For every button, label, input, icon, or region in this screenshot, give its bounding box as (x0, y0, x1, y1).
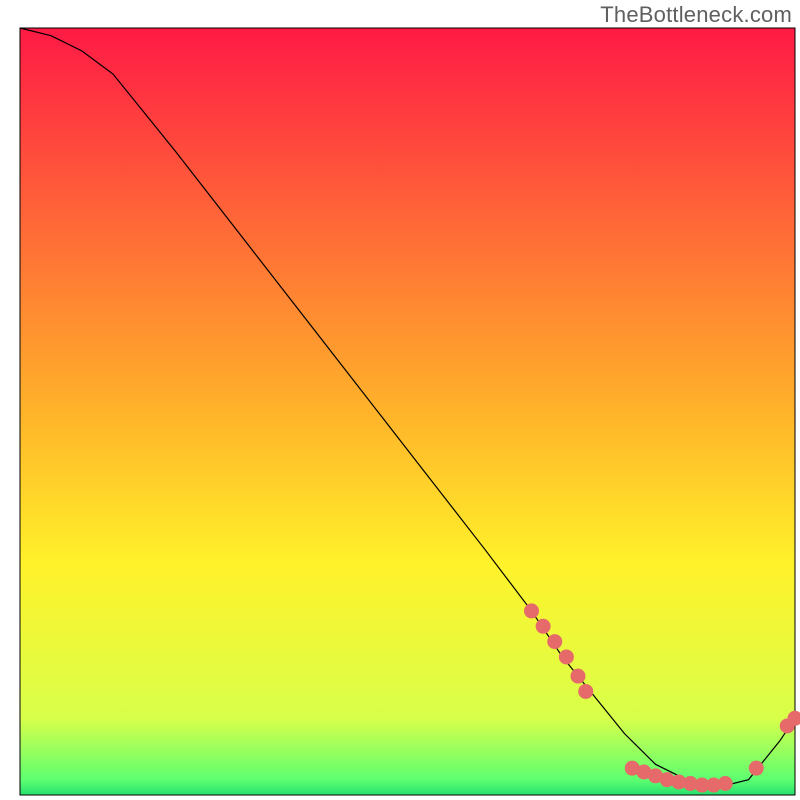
bottleneck-chart (0, 0, 800, 800)
data-marker (571, 669, 585, 683)
plot-background (20, 28, 795, 795)
data-marker (548, 635, 562, 649)
chart-container: TheBottleneck.com (0, 0, 800, 800)
data-marker (749, 761, 763, 775)
data-marker (718, 777, 732, 791)
data-marker (788, 711, 800, 725)
data-marker (536, 619, 550, 633)
data-marker (579, 684, 593, 698)
watermark-text: TheBottleneck.com (600, 2, 792, 28)
data-marker (525, 604, 539, 618)
data-marker (559, 650, 573, 664)
